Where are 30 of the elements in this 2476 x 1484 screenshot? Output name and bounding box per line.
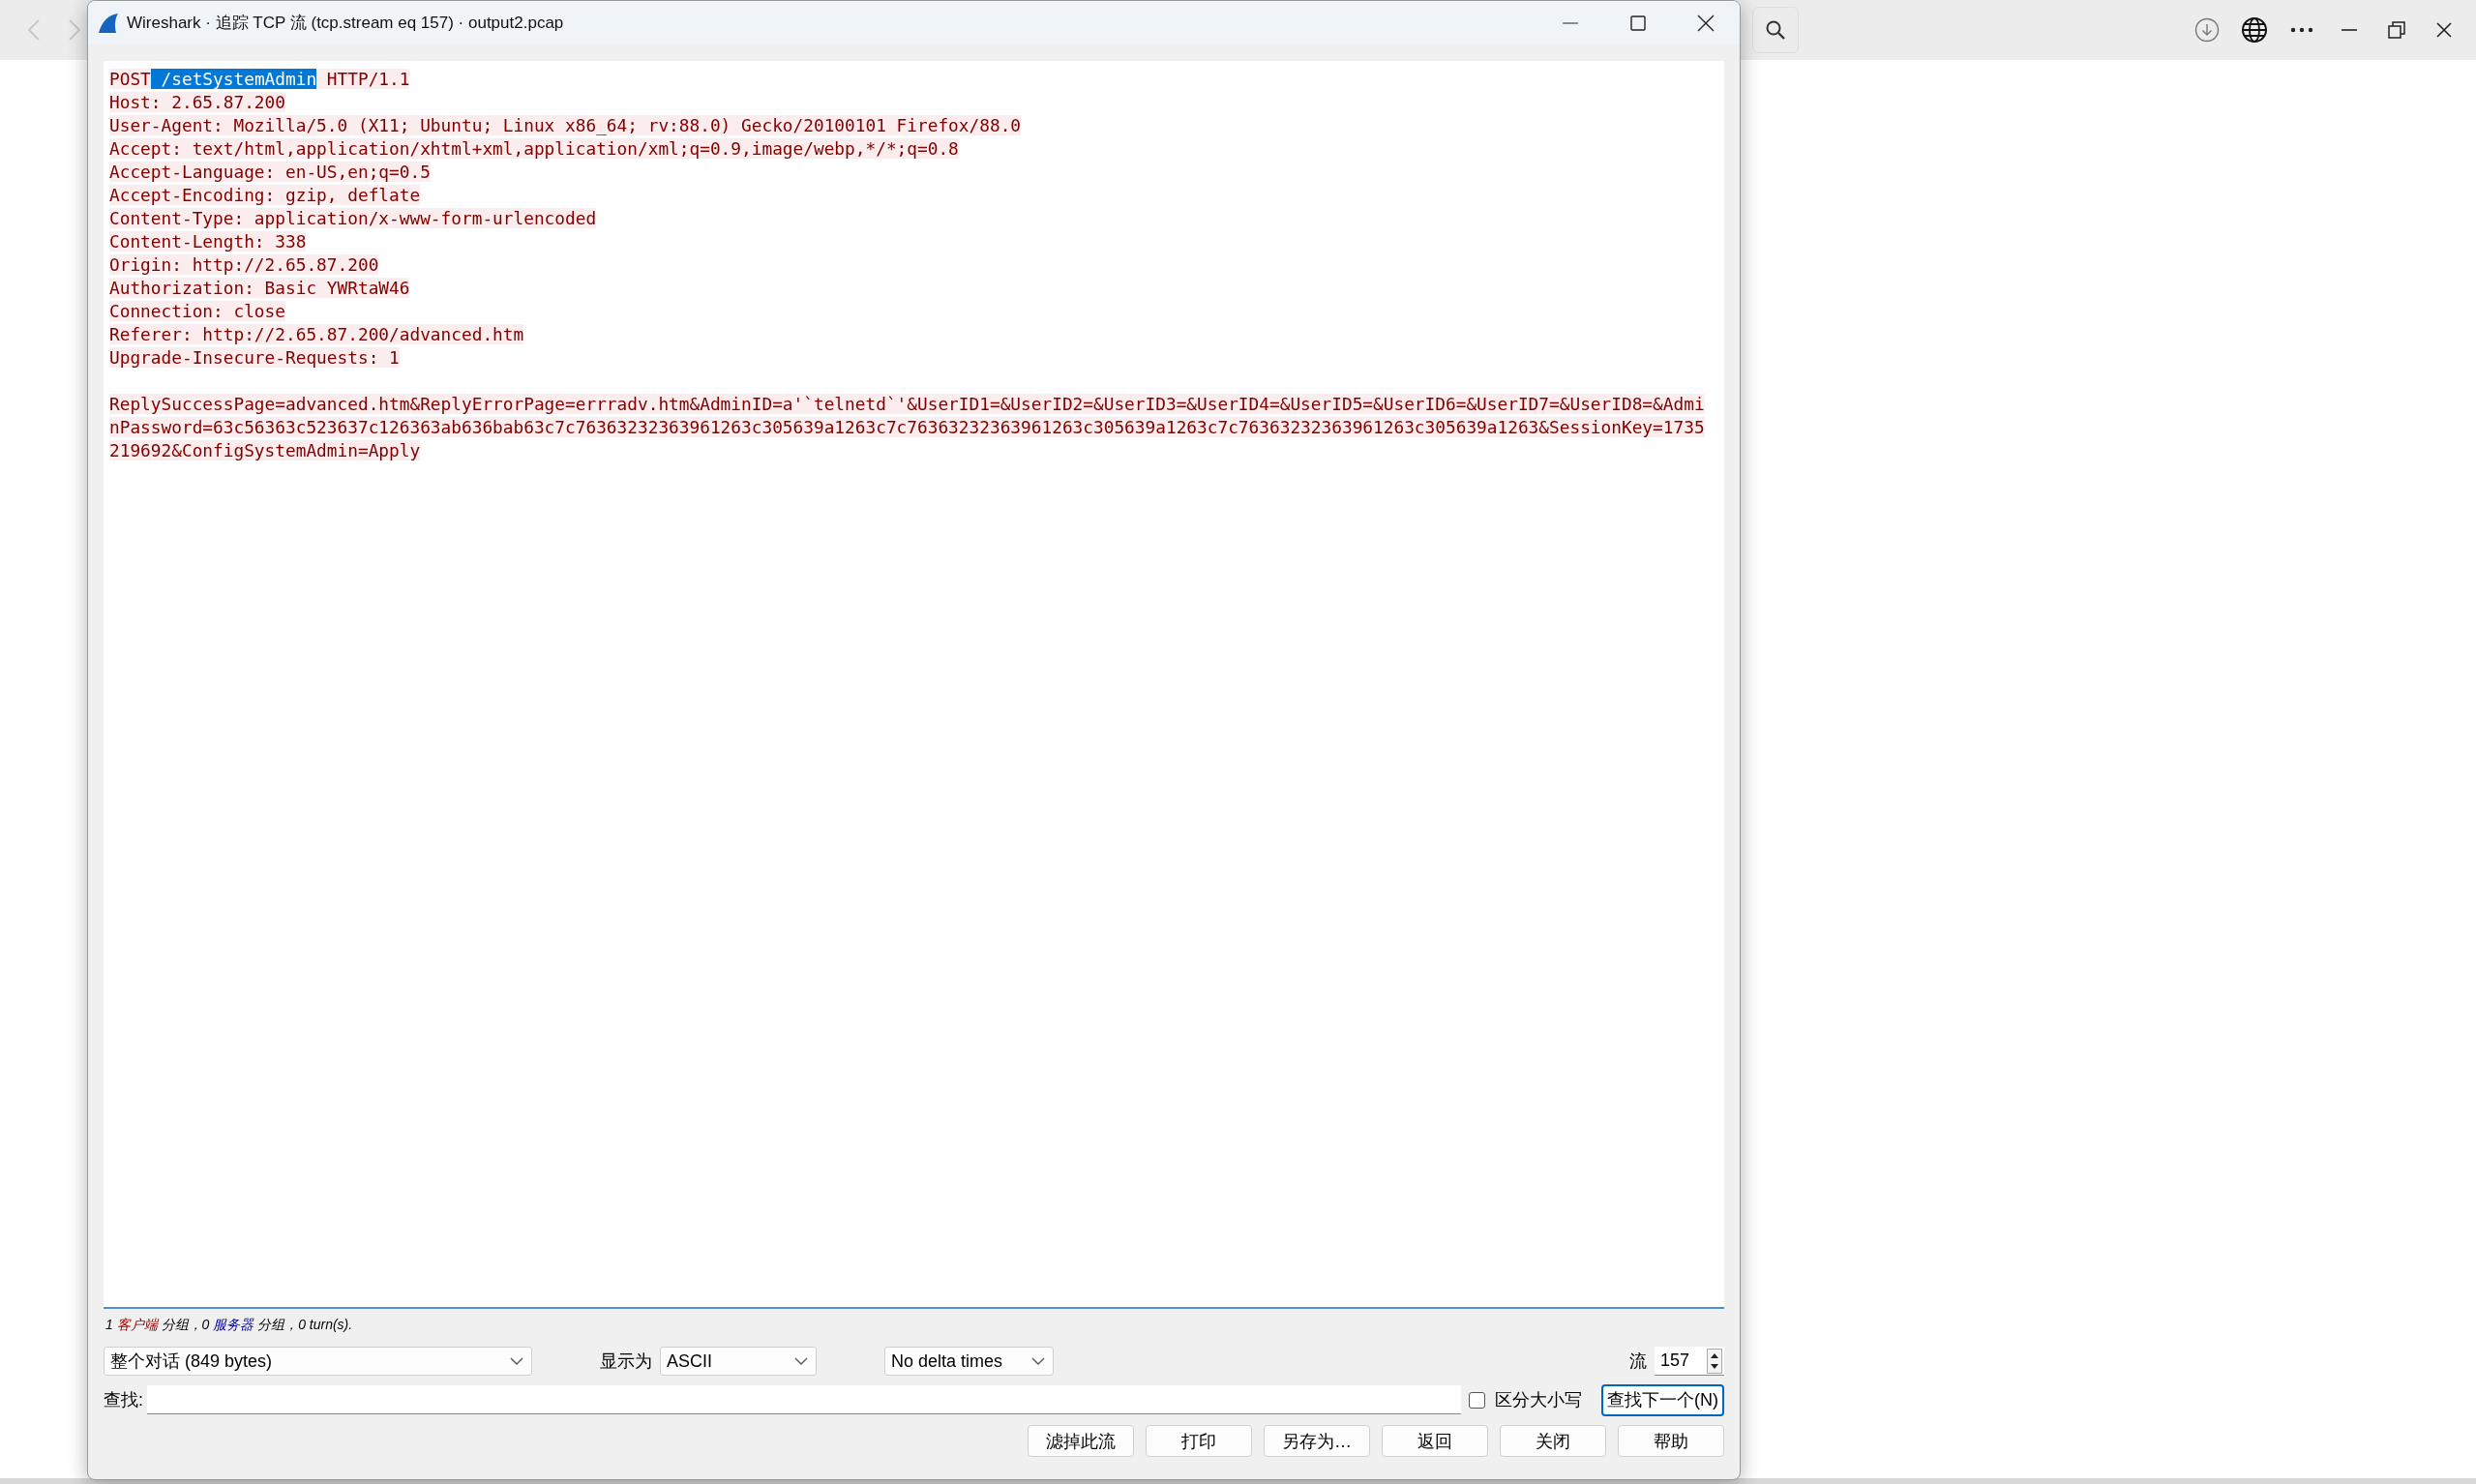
dialog-button[interactable]: 返回 bbox=[1382, 1425, 1488, 1457]
delta-select[interactable]: No delta times bbox=[884, 1347, 1054, 1376]
stream-label: 流 bbox=[1629, 1350, 1647, 1373]
case-checkbox[interactable] bbox=[1469, 1391, 1485, 1409]
spin-arrows-icon[interactable] bbox=[1707, 1348, 1722, 1374]
case-label: 区分大小写 bbox=[1495, 1389, 1582, 1411]
maximize-icon[interactable] bbox=[1630, 15, 1646, 31]
find-next-button[interactable]: 查找下一个(N) bbox=[1601, 1383, 1724, 1416]
dialog-button[interactable]: 关闭 bbox=[1500, 1425, 1606, 1457]
dialog-button[interactable]: 打印 bbox=[1146, 1425, 1252, 1457]
packet-summary: 1 客户端 分组，0 服务器 分组，0 turn(s). bbox=[105, 1317, 354, 1334]
chevron-icon bbox=[510, 1356, 523, 1366]
dialog-button[interactable]: 滤掉此流 bbox=[1028, 1425, 1134, 1457]
fin-icon bbox=[98, 12, 119, 34]
dialog-button[interactable]: 另存为… bbox=[1264, 1425, 1370, 1457]
search-icon bbox=[1765, 19, 1786, 41]
window-title: Wireshark · 追踪 TCP 流 (tcp.stream eq 157) · output2.pcap bbox=[127, 13, 565, 34]
search-button[interactable] bbox=[1752, 7, 1799, 53]
find-field[interactable] bbox=[147, 1385, 1461, 1414]
show-as-label: 显示为 bbox=[600, 1350, 652, 1373]
format-select[interactable]: ASCII bbox=[660, 1347, 817, 1376]
close-icon[interactable] bbox=[1697, 14, 1715, 32]
dialog-button[interactable]: 帮助 bbox=[1618, 1425, 1724, 1457]
chevron-icon bbox=[794, 1356, 808, 1366]
conversation-select[interactable]: 整个对话 (849 bytes) bbox=[104, 1347, 532, 1376]
stream-number-spinbox[interactable]: 157 bbox=[1655, 1347, 1724, 1376]
find-label: 查找: bbox=[104, 1389, 143, 1411]
minimize-icon[interactable] bbox=[1563, 21, 1578, 24]
request-line: POST /setSystemAdmin HTTP/1.1 bbox=[109, 68, 411, 91]
chevron-icon bbox=[1031, 1356, 1045, 1366]
